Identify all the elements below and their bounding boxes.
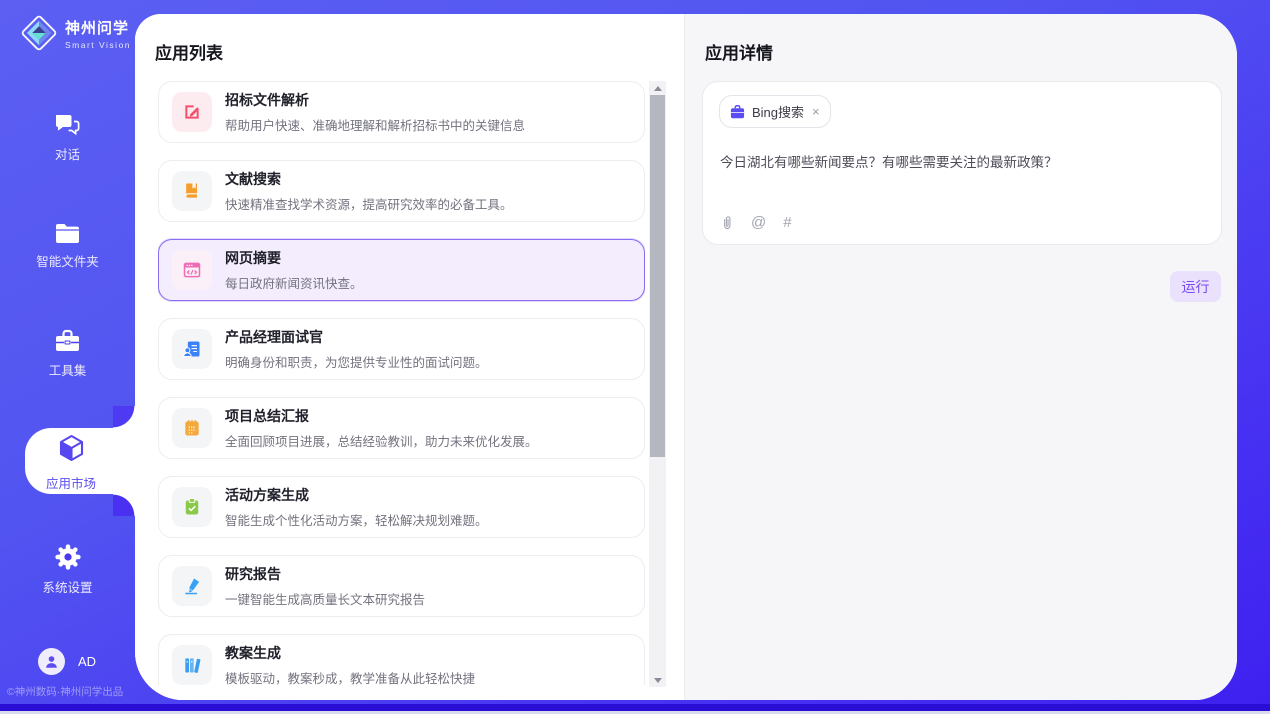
sidebar-item-smart-folder[interactable]: 智能文件夹 — [0, 222, 135, 270]
app-card-description: 模板驱动，教案秒成，教学准备从此轻松快捷 — [225, 668, 475, 685]
tool-tag-label: Bing搜索 — [752, 102, 804, 121]
app-detail-panel: 应用详情 Bing搜索 × 今日湖北有哪些新闻要点？有哪些需要关注的最新政策？ … — [684, 14, 1237, 700]
report-note-icon — [172, 408, 212, 448]
prompt-text-input[interactable]: 今日湖北有哪些新闻要点？有哪些需要关注的最新政策？ — [720, 151, 1205, 171]
gear-icon — [54, 543, 82, 571]
brand-name: 神州问学 — [65, 17, 131, 38]
paperclip-icon[interactable] — [720, 215, 734, 231]
scrollbar-up-arrow[interactable] — [649, 81, 666, 95]
briefcase-icon — [730, 105, 745, 119]
app-card-lesson-plan[interactable]: 教案生成 模板驱动，教案秒成，教学准备从此轻松快捷 — [158, 634, 645, 685]
app-card-description: 快速精准查找学术资源，提高研究效率的必备工具。 — [225, 194, 513, 213]
books-icon — [172, 645, 212, 685]
app-card-literature-search[interactable]: 文献搜索 快速精准查找学术资源，提高研究效率的必备工具。 — [158, 160, 645, 222]
ink-pen-icon — [172, 566, 212, 606]
sidebar-item-label: 对话 — [0, 144, 135, 163]
sidebar-item-label: 工具集 — [0, 360, 135, 379]
app-card-title: 项目总结汇报 — [225, 406, 538, 426]
app-card-description: 每日政府新闻资讯快查。 — [225, 273, 363, 292]
brand-subtitle: Smart Vision — [65, 40, 131, 50]
cube-icon — [58, 434, 85, 462]
app-card-web-summary[interactable]: 网页摘要 每日政府新闻资讯快查。 — [158, 239, 645, 301]
main-content: 应用列表 招标文件解析 帮助用户快速、准确地理解和解析招标书中的关键信息 — [135, 14, 1237, 700]
sidebar-item-chat[interactable]: 对话 — [0, 113, 135, 163]
sidebar-item-label: 系统设置 — [0, 577, 135, 596]
app-card-description: 帮助用户快速、准确地理解和解析招标书中的关键信息 — [225, 115, 525, 134]
sidebar: 神州问学 Smart Vision 对话 智能文件夹 工具集 — [0, 0, 135, 714]
composer-toolbar: @ # — [720, 214, 792, 231]
app-card-title: 产品经理面试官 — [225, 327, 488, 347]
folder-icon — [54, 222, 81, 245]
app-list-title: 应用列表 — [155, 39, 223, 64]
app-card-research-report[interactable]: 研究报告 一键智能生成高质量长文本研究报告 — [158, 555, 645, 617]
app-list-scrollbar[interactable] — [649, 81, 666, 687]
diamond-gem-icon — [20, 14, 58, 52]
prompt-editor-card[interactable]: Bing搜索 × 今日湖北有哪些新闻要点？有哪些需要关注的最新政策？ @ # — [702, 81, 1222, 245]
bottom-dark-band — [0, 704, 1270, 711]
chat-icon — [54, 113, 81, 138]
edit-document-icon — [172, 92, 212, 132]
app-card-event-plan[interactable]: 活动方案生成 智能生成个性化活动方案，轻松解决规划难题。 — [158, 476, 645, 538]
tag-close-icon[interactable]: × — [812, 105, 820, 118]
clipboard-check-icon — [172, 487, 212, 527]
app-card-title: 活动方案生成 — [225, 485, 488, 505]
book-icon — [172, 171, 212, 211]
app-card-title: 招标文件解析 — [225, 90, 525, 110]
app-list-viewport: 招标文件解析 帮助用户快速、准确地理解和解析招标书中的关键信息 文献搜索 快速精… — [158, 81, 645, 685]
app-card-title: 文献搜索 — [225, 169, 513, 189]
user-name: AD — [78, 654, 96, 669]
avatar — [38, 648, 65, 675]
app-card-description: 全面回顾项目进展，总结经验教训，助力未来优化发展。 — [225, 431, 538, 450]
app-card-bid-parse[interactable]: 招标文件解析 帮助用户快速、准确地理解和解析招标书中的关键信息 — [158, 81, 645, 143]
person-avatar-icon — [44, 654, 59, 669]
app-card-description: 一键智能生成高质量长文本研究报告 — [225, 589, 425, 608]
mention-icon[interactable]: @ — [751, 214, 766, 231]
app-card-title: 研究报告 — [225, 564, 425, 584]
browser-code-icon — [172, 250, 212, 290]
app-card-pm-interviewer[interactable]: 产品经理面试官 明确身份和职责，为您提供专业性的面试问题。 — [158, 318, 645, 380]
scrollbar-thumb[interactable] — [650, 95, 665, 457]
app-card-title: 网页摘要 — [225, 248, 363, 268]
scrollbar-down-arrow[interactable] — [649, 673, 666, 687]
copyright-text: ©神州数码·神州问学出品 — [7, 684, 135, 699]
toolbox-icon — [54, 329, 81, 354]
interviewer-doc-icon — [172, 329, 212, 369]
app-detail-title: 应用详情 — [705, 39, 773, 64]
hash-icon[interactable]: # — [783, 214, 791, 231]
sidebar-item-label: 智能文件夹 — [0, 251, 135, 270]
app-card-project-summary[interactable]: 项目总结汇报 全面回顾项目进展，总结经验教训，助力未来优化发展。 — [158, 397, 645, 459]
sidebar-item-toolset[interactable]: 工具集 — [0, 329, 135, 379]
user-account[interactable]: AD — [38, 648, 96, 675]
brand-logo: 神州问学 Smart Vision — [20, 14, 131, 52]
app-list-panel: 应用列表 招标文件解析 帮助用户快速、准确地理解和解析招标书中的关键信息 — [135, 14, 684, 700]
sidebar-item-label: 应用市场 — [42, 473, 100, 492]
sidebar-item-settings[interactable]: 系统设置 — [0, 543, 135, 596]
run-button[interactable]: 运行 — [1170, 271, 1221, 302]
app-card-description: 智能生成个性化活动方案，轻松解决规划难题。 — [225, 510, 488, 529]
app-card-description: 明确身份和职责，为您提供专业性的面试问题。 — [225, 352, 488, 371]
app-card-title: 教案生成 — [225, 643, 475, 663]
tool-tag-bing-search[interactable]: Bing搜索 × — [719, 95, 831, 128]
sidebar-item-app-market[interactable]: 应用市场 — [25, 428, 135, 494]
